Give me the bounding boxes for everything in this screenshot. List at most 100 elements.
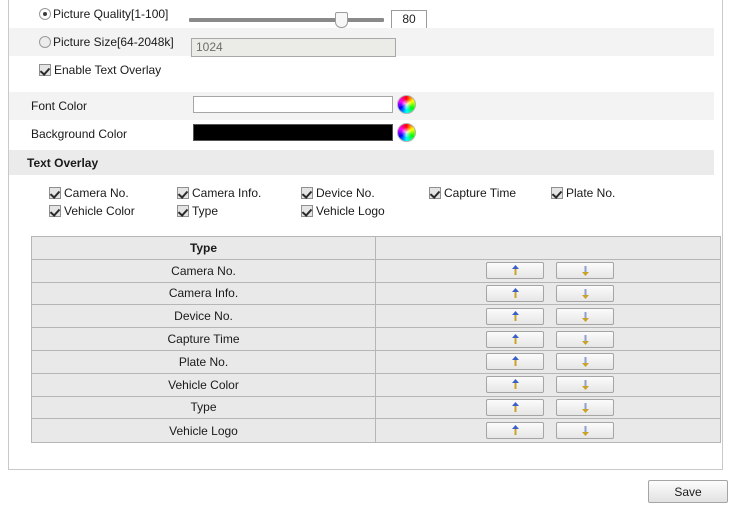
overlay-checkbox[interactable]: [301, 205, 313, 217]
row-actions: [376, 397, 720, 419]
row-actions: [376, 374, 720, 396]
overlay-checkbox-label: Vehicle Logo: [316, 204, 385, 218]
row-type-label: Vehicle Logo: [32, 419, 376, 443]
arrow-up-icon: [511, 401, 520, 413]
arrow-up-icon: [511, 265, 520, 276]
row-actions: [376, 260, 720, 282]
table-row: Vehicle Logo: [32, 419, 720, 443]
overlay-checkbox[interactable]: [429, 187, 441, 199]
arrow-up-icon: [511, 425, 520, 436]
picture-size-label: Picture Size[64-2048k]: [53, 35, 174, 49]
background-color-swatch[interactable]: [193, 124, 393, 141]
move-down-button[interactable]: [556, 422, 614, 440]
enable-text-overlay-row: Enable Text Overlay: [9, 56, 714, 84]
row-type-label: Camera Info.: [32, 282, 376, 305]
arrow-down-icon: [581, 334, 590, 345]
overlay-checkbox-item[interactable]: Device No.: [301, 186, 375, 200]
font-color-label: Font Color: [31, 99, 88, 113]
text-overlay-section-header: Text Overlay: [9, 150, 714, 175]
overlay-checkbox-item[interactable]: Capture Time: [429, 186, 516, 200]
row-type-label: Camera No.: [32, 259, 376, 282]
row-actions: [376, 305, 720, 327]
font-color-swatch[interactable]: [193, 96, 393, 113]
table-row: Capture Time: [32, 328, 720, 351]
table-header-row: Type: [32, 237, 720, 260]
picture-size-input[interactable]: 1024: [191, 38, 396, 57]
overlay-checkbox-label: Type: [192, 204, 219, 218]
row-type-label: Capture Time: [32, 328, 376, 350]
row-actions: [376, 283, 720, 305]
background-color-label: Background Color: [31, 127, 128, 141]
move-up-button[interactable]: [486, 330, 544, 348]
table-row: Vehicle Color: [32, 373, 720, 397]
settings-panel: Picture Quality[1-100] 80 Picture Size[6…: [8, 0, 723, 470]
overlay-checkbox-label: Camera Info.: [192, 186, 262, 200]
row-actions: [376, 351, 720, 373]
table-row: Camera Info.: [32, 282, 720, 306]
enable-text-overlay-label: Enable Text Overlay: [54, 63, 162, 77]
overlay-checkbox-item[interactable]: Camera No.: [49, 186, 129, 200]
overlay-order-table: Type Camera No. Camera Info. Device No. Capt…: [31, 236, 721, 444]
row-type-label: Plate No.: [32, 350, 376, 373]
move-down-button[interactable]: [556, 376, 614, 394]
overlay-checkbox[interactable]: [49, 187, 61, 199]
table-row: Device No.: [32, 305, 720, 329]
overlay-checkbox-item[interactable]: Camera Info.: [177, 186, 261, 200]
overlay-checkbox-item[interactable]: Vehicle Logo: [301, 204, 385, 218]
arrow-down-icon: [581, 311, 590, 322]
overlay-checkbox-item[interactable]: Type: [177, 204, 218, 218]
table-row: Plate No.: [32, 350, 720, 374]
overlay-checkbox-item[interactable]: Vehicle Color: [49, 204, 135, 218]
save-button[interactable]: Save: [648, 480, 728, 503]
move-up-button[interactable]: [486, 398, 544, 416]
table-header-type: Type: [32, 237, 376, 259]
background-color-wheel-icon[interactable]: [397, 123, 416, 142]
overlay-checkbox[interactable]: [177, 187, 189, 199]
move-down-button[interactable]: [556, 398, 614, 416]
picture-size-radio[interactable]: [39, 36, 51, 48]
move-up-button[interactable]: [486, 376, 544, 394]
table-row: Type: [32, 396, 720, 420]
arrow-down-icon: [581, 356, 590, 368]
overlay-checkbox[interactable]: [551, 187, 563, 199]
section-title: Text Overlay: [27, 155, 99, 170]
move-up-button[interactable]: [486, 284, 544, 302]
slider-knob[interactable]: [334, 12, 348, 28]
row-type-label: Type: [32, 396, 376, 419]
move-up-button[interactable]: [486, 422, 544, 440]
move-down-button[interactable]: [556, 284, 614, 302]
overlay-checkbox-label: Device No.: [316, 186, 375, 200]
move-up-button[interactable]: [486, 262, 544, 280]
overlay-checkbox[interactable]: [177, 205, 189, 217]
move-up-button[interactable]: [486, 353, 544, 371]
move-down-button[interactable]: [556, 353, 614, 371]
table-row: Camera No.: [32, 259, 720, 283]
overlay-checkbox[interactable]: [49, 205, 61, 217]
arrow-down-icon: [581, 265, 590, 277]
arrow-down-icon: [581, 379, 590, 391]
move-down-button[interactable]: [556, 307, 614, 325]
arrow-up-icon: [511, 310, 520, 322]
picture-quality-radio[interactable]: [39, 8, 51, 20]
arrow-up-icon: [511, 333, 520, 345]
move-up-button[interactable]: [486, 307, 544, 325]
row-actions: [376, 328, 720, 350]
arrow-up-icon: [511, 379, 520, 390]
enable-text-overlay-checkbox[interactable]: [39, 64, 51, 76]
arrow-up-icon: [511, 287, 520, 299]
arrow-up-icon: [511, 356, 520, 367]
font-color-wheel-icon[interactable]: [397, 95, 416, 114]
overlay-checkbox-label: Camera No.: [64, 186, 129, 200]
row-type-label: Vehicle Color: [32, 373, 376, 396]
picture-quality-slider[interactable]: [189, 12, 384, 28]
picture-quality-value-input[interactable]: 80: [391, 10, 427, 29]
move-down-button[interactable]: [556, 262, 614, 280]
arrow-down-icon: [581, 288, 590, 299]
arrow-down-icon: [581, 425, 590, 437]
overlay-checkbox[interactable]: [301, 187, 313, 199]
overlay-checkbox-item[interactable]: Plate No.: [551, 186, 615, 200]
move-down-button[interactable]: [556, 330, 614, 348]
picture-quality-label: Picture Quality[1-100]: [53, 7, 169, 21]
overlay-checkbox-label: Plate No.: [566, 186, 616, 200]
arrow-down-icon: [581, 402, 590, 413]
